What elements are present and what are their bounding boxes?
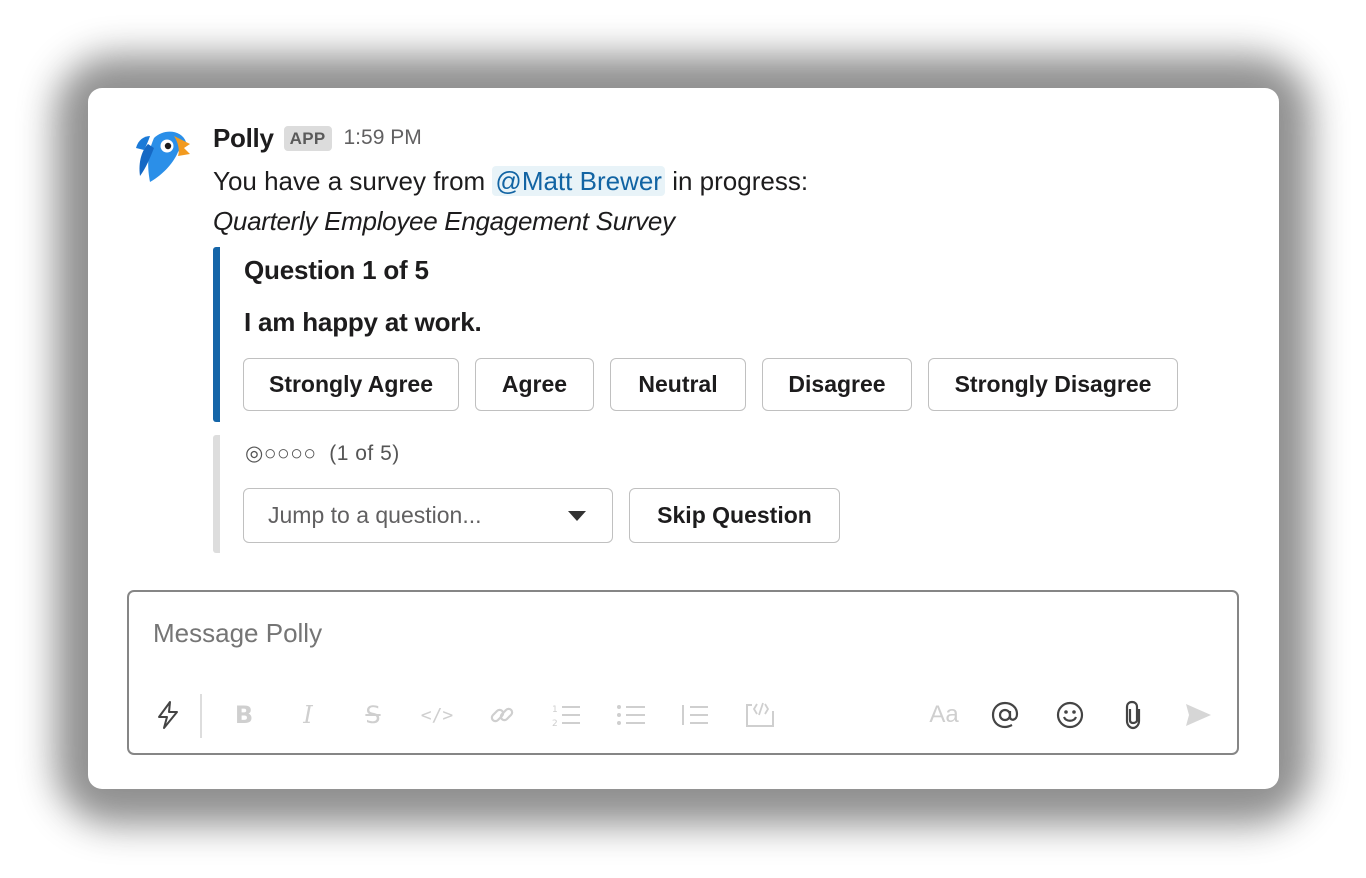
ordered-list-icon[interactable]: 12 bbox=[549, 698, 583, 732]
survey-progress: ◎○○○○ (1 of 5) bbox=[245, 441, 400, 466]
link-icon[interactable] bbox=[485, 698, 519, 732]
answer-options: Strongly Agree Agree Neutral Disagree St… bbox=[243, 358, 1194, 411]
progress-dots: ◎○○○○ bbox=[245, 442, 317, 465]
survey-controls-attachment: ◎○○○○ (1 of 5) Jump to a question... Ski… bbox=[213, 435, 1180, 553]
bulleted-list-icon[interactable] bbox=[614, 698, 648, 732]
italic-icon[interactable]: I bbox=[291, 698, 325, 732]
user-mention[interactable]: @Matt Brewer bbox=[492, 166, 665, 196]
caret-down-icon bbox=[568, 510, 586, 521]
answer-disagree-button[interactable]: Disagree bbox=[762, 358, 912, 411]
intro-suffix: in progress: bbox=[672, 166, 809, 196]
question-number: Question 1 of 5 bbox=[244, 255, 429, 285]
send-icon[interactable] bbox=[1181, 698, 1215, 732]
survey-intro: You have a survey from @Matt Brewer in p… bbox=[213, 164, 1249, 198]
question-attachment: Question 1 of 5 I am happy at work. Stro… bbox=[213, 247, 1180, 422]
app-badge: APP bbox=[283, 125, 332, 151]
svg-text:1: 1 bbox=[552, 705, 558, 715]
strikethrough-icon[interactable]: S bbox=[356, 698, 390, 732]
blockquote-icon[interactable] bbox=[678, 698, 712, 732]
message-body: Polly APP 1:59 PM You have a survey from… bbox=[213, 122, 1249, 237]
answer-neutral-button[interactable]: Neutral bbox=[610, 358, 746, 411]
message-input[interactable] bbox=[153, 618, 1153, 649]
sender-name[interactable]: Polly bbox=[213, 123, 274, 154]
mention-icon[interactable] bbox=[988, 698, 1022, 732]
code-icon[interactable]: </> bbox=[420, 698, 454, 732]
question-controls: Jump to a question... Skip Question bbox=[243, 488, 856, 543]
composer-toolbar: B I S </> 12 Aa bbox=[129, 690, 1237, 742]
progress-label: (1 of 5) bbox=[329, 442, 400, 465]
text-size-icon[interactable]: Aa bbox=[924, 698, 964, 732]
answer-strongly-disagree-button[interactable]: Strongly Disagree bbox=[928, 358, 1178, 411]
message-card: Polly APP 1:59 PM You have a survey from… bbox=[88, 88, 1279, 789]
toolbar-divider bbox=[200, 694, 202, 738]
jump-to-question-select[interactable]: Jump to a question... bbox=[243, 488, 613, 543]
message-composer: B I S </> 12 Aa bbox=[127, 590, 1239, 755]
code-block-icon[interactable] bbox=[743, 698, 777, 732]
attachment-icon[interactable] bbox=[1117, 698, 1151, 732]
intro-prefix: You have a survey from bbox=[213, 166, 486, 196]
message-timestamp[interactable]: 1:59 PM bbox=[344, 126, 422, 150]
polly-parrot-icon bbox=[136, 131, 190, 182]
svg-text:2: 2 bbox=[552, 719, 558, 728]
answer-strongly-agree-button[interactable]: Strongly Agree bbox=[243, 358, 459, 411]
survey-title: Quarterly Employee Engagement Survey bbox=[213, 206, 675, 236]
shortcuts-bolt-icon[interactable] bbox=[151, 698, 185, 732]
answer-agree-button[interactable]: Agree bbox=[475, 358, 594, 411]
bold-icon[interactable]: B bbox=[227, 698, 261, 732]
message-header: Polly APP 1:59 PM bbox=[213, 122, 1249, 154]
question-text: I am happy at work. bbox=[244, 307, 482, 337]
jump-select-placeholder: Jump to a question... bbox=[268, 502, 482, 528]
skip-question-button[interactable]: Skip Question bbox=[629, 488, 840, 543]
emoji-icon[interactable] bbox=[1053, 698, 1087, 732]
